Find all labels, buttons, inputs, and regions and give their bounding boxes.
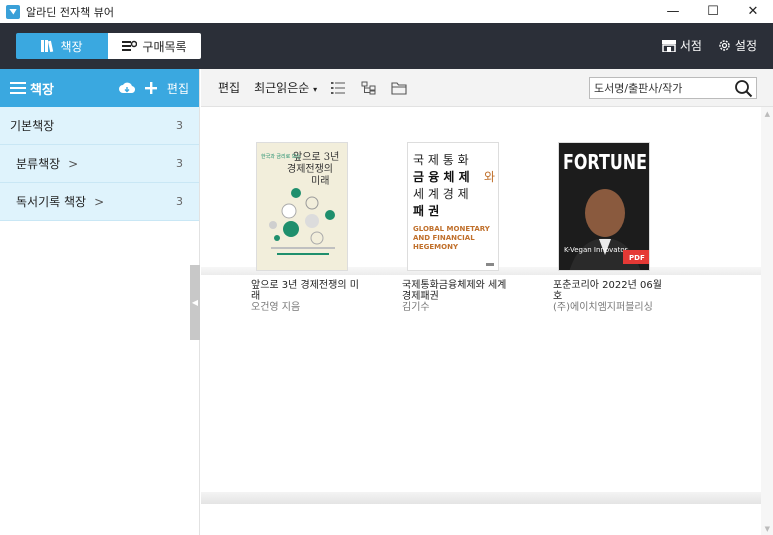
book-cover-art: 국 제 통 화 금 융 체 제 와 세 계 경 제 패 권 GLOBAL MON… xyxy=(408,143,498,270)
sort-dropdown[interactable]: 최근읽은순 ▾ xyxy=(254,79,317,96)
sidebar-header: 책장 편집 xyxy=(0,69,199,107)
book-cover[interactable]: 국 제 통 화 금 융 체 제 와 세 계 경 제 패 권 GLOBAL MON… xyxy=(407,142,499,271)
cover-title-line4: 패 권 xyxy=(413,204,439,218)
pdf-badge: PDF xyxy=(629,254,645,262)
cover-title-line3: 세 계 경 제 xyxy=(413,187,469,201)
header-right-menu: 서점 설정 xyxy=(661,37,757,54)
book-title: 국제통화금융체제와 세계경제패권 xyxy=(402,280,507,302)
sidebar-edit-button[interactable]: 편집 xyxy=(167,80,189,97)
sidebar-item-count: 3 xyxy=(176,195,183,208)
store-label: 서점 xyxy=(679,39,702,53)
sidebar-actions: 편집 xyxy=(118,80,189,97)
toolbar-edit-button[interactable]: 편집 xyxy=(218,79,240,96)
tab-purchase-list[interactable]: 구매목록 xyxy=(108,33,201,59)
settings-label: 설정 xyxy=(734,39,757,53)
sidebar-title: 책장 xyxy=(10,79,54,98)
bookshelf-icon xyxy=(41,40,54,52)
cover-title-line3: 미래 xyxy=(311,175,329,187)
sidebar-item-default-shelf[interactable]: 기본책장 3 xyxy=(0,107,199,145)
cover-badge: 한국과 금리로 보는 xyxy=(261,153,301,160)
book-item[interactable]: 국 제 통 화 금 융 체 제 와 세 계 경 제 패 권 GLOBAL MON… xyxy=(402,142,512,313)
menu-icon[interactable] xyxy=(10,82,26,94)
minimize-button[interactable]: — xyxy=(653,0,693,23)
tab-purchase-list-label: 구매목록 xyxy=(142,39,187,54)
book-author: (주)에이치엠지퍼블리싱 xyxy=(553,302,653,313)
cover-tagline: K-Vegan Innovator xyxy=(564,246,628,254)
book-cover-art: FORTUNE K-Vegan Innovator PDF xyxy=(559,143,649,270)
book-author: 오건영 지음 xyxy=(251,302,301,313)
cover-title-line2-suffix: 와 xyxy=(484,170,495,184)
tree-view-icon[interactable] xyxy=(361,81,377,95)
close-button[interactable]: ✕ xyxy=(733,0,773,23)
tab-bookshelf[interactable]: 책장 xyxy=(16,33,108,59)
sidebar-item-label: 독서기록 책장 xyxy=(16,195,87,209)
cloud-download-icon[interactable] xyxy=(118,82,135,94)
search-input[interactable] xyxy=(594,81,734,95)
purchase-list-icon xyxy=(122,40,138,51)
book-author: 김기수 xyxy=(402,302,430,313)
list-view-icon[interactable] xyxy=(331,81,347,95)
sidebar-item-reading-record-shelf[interactable]: 독서기록 책장 > 3 xyxy=(0,183,199,221)
scroll-up-icon[interactable]: ▲ xyxy=(765,110,770,118)
sidebar-item-label: 기본책장 xyxy=(10,119,55,133)
shelf-toolbar: 편집 최근읽은순 ▾ xyxy=(201,69,773,107)
sidebar-item-label: 분류책장 xyxy=(16,157,61,171)
store-button[interactable]: 서점 xyxy=(661,37,702,54)
top-header: 책장 구매목록 서점 설정 xyxy=(0,23,773,69)
sort-dropdown-label: 최근읽은순 xyxy=(254,81,310,95)
add-icon[interactable] xyxy=(144,82,157,94)
app-logo-icon xyxy=(6,4,20,19)
sidebar-item-count: 3 xyxy=(176,157,183,170)
chevron-right-icon: > xyxy=(68,156,79,171)
sidebar-item-count: 3 xyxy=(176,119,183,132)
book-item[interactable]: FORTUNE K-Vegan Innovator PDF 포춘코리아 2022… xyxy=(553,142,663,313)
cover-title-line2: 금 융 체 제 xyxy=(413,169,470,184)
sidebar-item-category-shelf[interactable]: 분류책장 > 3 xyxy=(0,145,199,183)
cover-title-line2: 경제전쟁의 xyxy=(287,162,333,175)
vertical-scrollbar[interactable] xyxy=(761,107,773,535)
folder-icon[interactable] xyxy=(391,81,407,95)
cover-english-line1: GLOBAL MONETARY xyxy=(413,225,491,233)
book-title: 앞으로 3년 경제전쟁의 미래 xyxy=(251,280,359,302)
main-tab-group: 책장 구매목록 xyxy=(16,33,201,59)
window-title: 알라딘 전자책 뷰어 xyxy=(26,5,114,19)
cover-english-line2: AND FINANCIAL xyxy=(413,234,475,242)
cover-masthead: FORTUNE xyxy=(563,150,647,174)
cover-english-line3: HEGEMONY xyxy=(413,243,459,251)
title-bar: 알라딘 전자책 뷰어 — ☐ ✕ xyxy=(0,0,773,23)
book-item[interactable]: 앞으로 3년 경제전쟁의 미래 한국과 금리로 보는 앞으로 3년 경제전쟁의 … xyxy=(251,142,361,313)
shelf-divider xyxy=(201,492,761,504)
window-controls: — ☐ ✕ xyxy=(653,0,773,23)
tab-bookshelf-label: 책장 xyxy=(60,39,83,54)
book-cover-art: 앞으로 3년 경제전쟁의 미래 한국과 금리로 보는 xyxy=(257,143,347,270)
store-icon xyxy=(661,39,676,52)
cover-title-line1: 국 제 통 화 xyxy=(413,153,469,167)
chevron-right-icon: > xyxy=(94,194,105,209)
gear-icon xyxy=(719,40,730,51)
maximize-button[interactable]: ☐ xyxy=(693,0,733,23)
sidebar-title-label: 책장 xyxy=(30,82,54,98)
book-cover[interactable]: FORTUNE K-Vegan Innovator PDF xyxy=(558,142,650,271)
scroll-down-icon[interactable]: ▼ xyxy=(765,525,770,533)
book-cover[interactable]: 앞으로 3년 경제전쟁의 미래 한국과 금리로 보는 xyxy=(256,142,348,271)
search-icon[interactable] xyxy=(734,79,753,98)
settings-button[interactable]: 설정 xyxy=(718,37,757,54)
bookshelf-area: 앞으로 3년 경제전쟁의 미래 한국과 금리로 보는 앞으로 3년 경제전쟁의 … xyxy=(201,107,761,535)
sidebar-collapse-handle[interactable]: ◀ xyxy=(190,265,200,340)
search-box[interactable] xyxy=(589,77,757,99)
book-title: 포춘코리아 2022년 06월호 xyxy=(553,280,662,302)
chevron-down-icon: ▾ xyxy=(313,85,318,94)
sidebar: 책장 편집 기본책장 3 분류책장 > 3 독서기록 책장 > 3 xyxy=(0,69,200,535)
